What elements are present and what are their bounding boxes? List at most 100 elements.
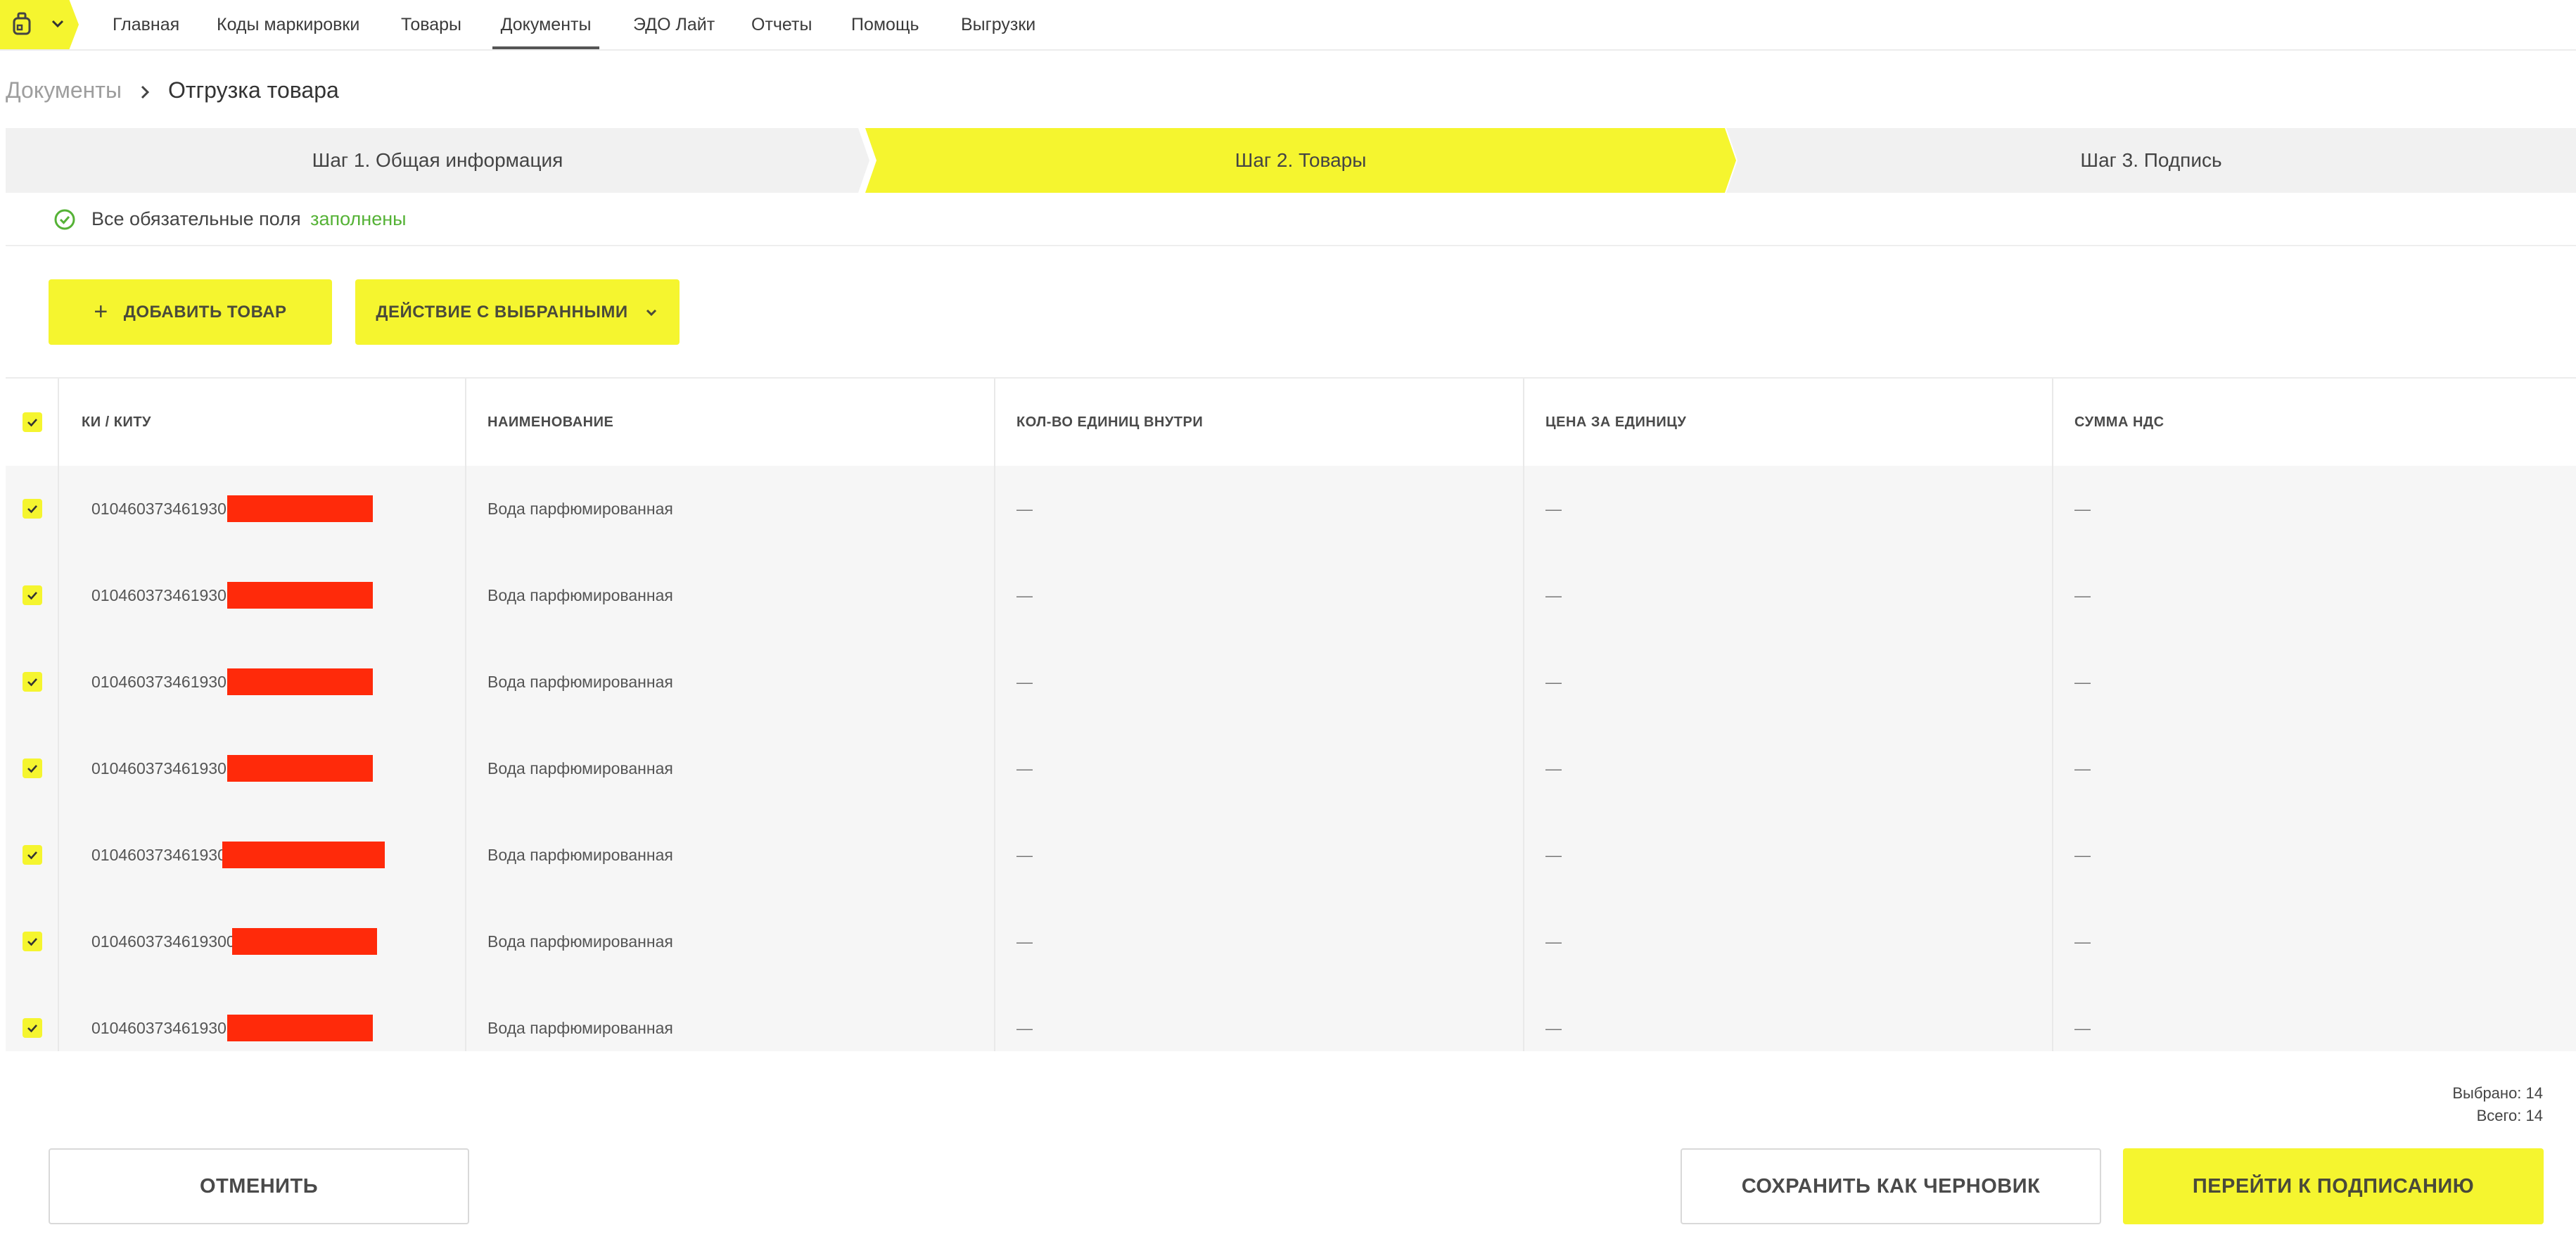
chevron-right-icon [141,85,150,99]
cell-code: 0104603734619300 [91,932,236,951]
checkmark-icon [27,505,37,514]
redaction-box [227,1015,373,1041]
cell-price: — [1545,846,1562,864]
breadcrumb-root-link[interactable]: Документы [6,77,122,103]
select-all-checkbox[interactable] [23,412,42,432]
products-table: КИ / КИТУ НАИМЕНОВАНИЕ КОЛ-ВО ЕДИНИЦ ВНУ… [6,377,2576,1051]
checkmark-icon [27,592,37,600]
cell-name: Вода парфюмированная [487,759,673,778]
redaction-box [227,495,373,522]
selection-summary: Выбрано: 14 Всего: 14 [2452,1082,2543,1127]
checkmark-icon [27,765,37,773]
cell-vat: — [2074,673,2091,691]
table-row[interactable]: 010460373461930 Вода парфюмированная — — — [6,985,2576,1051]
nav-item-marking-codes[interactable]: Коды маркировки [217,0,359,49]
status-message: Все обязательные поля заполнены [91,193,407,245]
table-row[interactable]: 010460373461930 Вода парфюмированная — — — [6,552,2576,640]
cell-name: Вода парфюмированная [487,932,673,951]
nav-item-exports[interactable]: Выгрузки [961,0,1035,49]
cell-price: — [1545,932,1562,951]
cell-qty: — [1016,586,1033,604]
column-header-qty[interactable]: КОЛ-ВО ЕДИНИЦ ВНУТРИ [1016,379,1203,466]
redaction-box [232,928,377,955]
table-row[interactable]: 010460373461930 Вода парфюмированная — — — [6,639,2576,726]
cell-vat: — [2074,500,2091,518]
cell-vat: — [2074,759,2091,778]
column-divider [1523,379,1524,1051]
step-signature[interactable]: Шаг 3. Подпись [1726,128,2576,193]
cell-qty: — [1016,846,1033,864]
column-divider [58,379,59,1051]
app-logo-menu[interactable] [0,0,79,49]
column-header-vat[interactable]: СУММА НДС [2074,379,2164,466]
table-row[interactable]: 0104603734619300 Вода парфюмированная — — — [6,899,2576,986]
row-checkbox[interactable] [23,585,42,605]
table-row[interactable]: 010460373461930 Вода парфюмированная — — — [6,725,2576,813]
cell-name: Вода парфюмированная [487,500,673,518]
wizard-steps: Шаг 1. Общая информация Шаг 2. Товары Ша… [6,128,2576,193]
cell-qty: — [1016,1019,1033,1037]
checkmark-icon [27,678,37,687]
chevron-down-icon [51,20,64,28]
cell-code: 010460373461930 [91,1019,227,1037]
cell-qty: — [1016,759,1033,778]
cell-name: Вода парфюмированная [487,673,673,691]
nav-item-help[interactable]: Помощь [851,0,919,49]
column-header-name[interactable]: НАИМЕНОВАНИЕ [487,379,613,466]
table-header: КИ / КИТУ НАИМЕНОВАНИЕ КОЛ-ВО ЕДИНИЦ ВНУ… [6,379,2576,467]
row-checkbox[interactable] [23,499,42,519]
chevron-down-icon [646,310,656,317]
checkmark-icon [27,938,37,946]
redaction-box [227,582,373,609]
go-to-signing-button[interactable]: ПЕРЕЙТИ К ПОДПИСАНИЮ [2123,1148,2544,1224]
step-goods[interactable]: Шаг 2. Товары [865,128,1736,193]
cell-price: — [1545,586,1562,604]
cancel-button[interactable]: ОТМЕНИТЬ [49,1148,469,1224]
row-checkbox[interactable] [23,759,42,778]
cell-qty: — [1016,932,1033,951]
total-count: Всего: 14 [2476,1107,2543,1124]
bulk-action-dropdown[interactable]: ДЕЙСТВИЕ С ВЫБРАННЫМИ [355,279,680,345]
row-checkbox[interactable] [23,672,42,692]
cell-code: 010460373461930 [91,586,227,604]
save-draft-button[interactable]: СОХРАНИТЬ КАК ЧЕРНОВИК [1681,1148,2101,1224]
cell-name: Вода парфюмированная [487,846,673,864]
column-divider [994,379,995,1051]
nav-item-documents[interactable]: Документы [492,0,599,49]
table-row[interactable]: 010460373461930 Вода парфюмированная — — — [6,812,2576,899]
checkmark-icon [27,419,37,427]
cell-price: — [1545,1019,1562,1037]
cell-price: — [1545,759,1562,778]
validation-status: Все обязательные поля заполнены [6,193,2576,246]
add-product-button[interactable]: + ДОБАВИТЬ ТОВАР [49,279,332,345]
nav-item-edo-lite[interactable]: ЭДО Лайт [633,0,715,49]
row-checkbox[interactable] [23,932,42,951]
column-header-code[interactable]: КИ / КИТУ [82,379,151,466]
cell-name: Вода парфюмированная [487,1019,673,1037]
checkmark-icon [27,851,37,860]
cell-vat: — [2074,1019,2091,1037]
checkmark-icon [27,1024,37,1033]
table-row[interactable]: 010460373461930 Вода парфюмированная — — — [6,466,2576,553]
status-link[interactable]: заполнены [310,208,406,229]
status-text: Все обязательные поля [91,208,301,229]
cell-vat: — [2074,846,2091,864]
row-checkbox[interactable] [23,1018,42,1038]
cell-vat: — [2074,586,2091,604]
top-navigation: Главная Коды маркировки Товары Документы… [0,0,2576,51]
cell-name: Вода парфюмированная [487,586,673,604]
nav-item-goods[interactable]: Товары [401,0,461,49]
redaction-box [227,755,373,782]
breadcrumb: Документы Отгрузка товара [6,70,339,110]
bulk-action-label: ДЕЙСТВИЕ С ВЫБРАННЫМИ [376,302,628,322]
step-general-info[interactable]: Шаг 1. Общая информация [6,128,869,193]
row-checkbox[interactable] [23,845,42,865]
cell-code: 010460373461930 [91,846,227,864]
column-header-price[interactable]: ЦЕНА ЗА ЕДИНИЦУ [1545,379,1686,466]
cell-price: — [1545,673,1562,691]
nav-item-reports[interactable]: Отчеты [751,0,812,49]
nav-item-home[interactable]: Главная [113,0,179,49]
check-circle-icon [54,209,75,230]
cell-qty: — [1016,500,1033,518]
redaction-box [227,668,373,695]
